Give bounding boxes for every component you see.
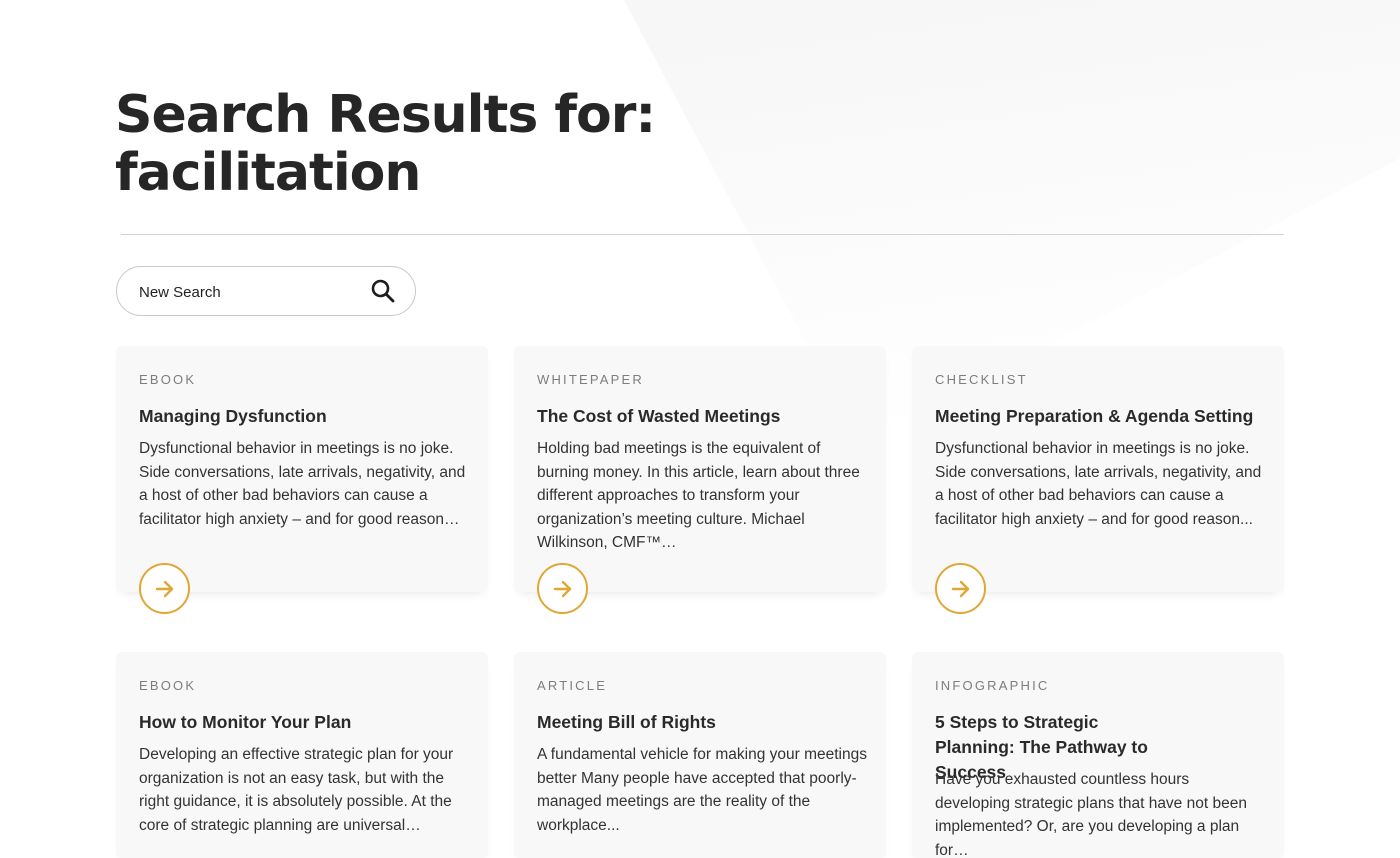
- result-description: Dysfunctional behavior in meetings is no…: [139, 440, 466, 528]
- search-icon[interactable]: [370, 278, 396, 304]
- result-description: A fundamental vehicle for making your me…: [537, 746, 867, 834]
- page-title-line-1: Search Results for:: [115, 85, 656, 145]
- result-description: Dysfunctional behavior in meetings is no…: [935, 440, 1262, 528]
- arrow-right-icon: [155, 580, 173, 597]
- result-title[interactable]: Meeting Bill of Rights: [537, 710, 867, 735]
- search-box: [116, 266, 416, 316]
- result-card[interactable]: EBOOK How to Monitor Your Plan Developin…: [116, 652, 488, 858]
- result-description: Developing an effective strategic plan f…: [139, 746, 454, 834]
- arrow-right-icon: [553, 580, 571, 597]
- result-title[interactable]: Meeting Preparation & Agenda Setting: [935, 404, 1265, 429]
- search-results-page: Search Results for: facilitation EBOOK M…: [0, 0, 1400, 858]
- result-category: INFOGRAPHIC: [935, 678, 1050, 693]
- page-title: Search Results for: facilitation: [115, 86, 815, 202]
- result-title[interactable]: How to Monitor Your Plan: [139, 710, 469, 735]
- result-category: WHITEPAPER: [537, 372, 644, 387]
- arrow-right-icon: [951, 580, 969, 597]
- open-result-button[interactable]: [935, 563, 986, 614]
- result-card[interactable]: ARTICLE Meeting Bill of Rights A fundame…: [514, 652, 886, 858]
- result-title[interactable]: Managing Dysfunction: [139, 404, 469, 429]
- result-category: EBOOK: [139, 678, 197, 693]
- open-result-button[interactable]: [139, 563, 190, 614]
- open-result-button[interactable]: [537, 563, 588, 614]
- result-card[interactable]: INFOGRAPHIC 5 Steps to Strategic Plannin…: [912, 652, 1284, 858]
- result-category: ARTICLE: [537, 678, 608, 693]
- result-title[interactable]: The Cost of Wasted Meetings: [537, 404, 867, 429]
- result-description: Have you exhausted countless hours devel…: [935, 771, 1247, 858]
- result-card[interactable]: WHITEPAPER The Cost of Wasted Meetings H…: [514, 346, 886, 614]
- divider: [121, 234, 1284, 235]
- result-card[interactable]: CHECKLIST Meeting Preparation & Agenda S…: [912, 346, 1284, 614]
- result-card[interactable]: EBOOK Managing Dysfunction Dysfunctional…: [116, 346, 488, 614]
- result-category: CHECKLIST: [935, 372, 1028, 387]
- result-category: EBOOK: [139, 372, 197, 387]
- page-title-query: facilitation: [115, 143, 421, 203]
- result-description: Holding bad meetings is the equivalent o…: [537, 440, 860, 551]
- search-input[interactable]: [139, 281, 359, 303]
